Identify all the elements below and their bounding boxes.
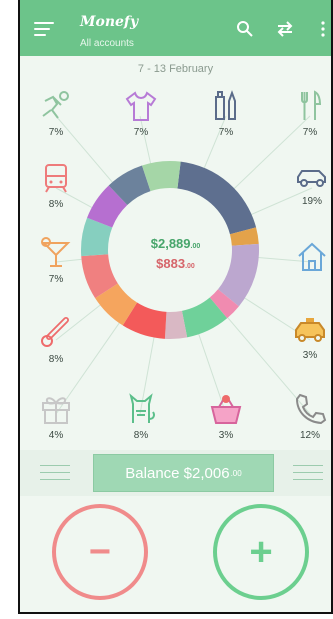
category-food[interactable]: 7% bbox=[290, 89, 330, 138]
gift-icon bbox=[42, 397, 70, 424]
category-gifts[interactable]: 4% bbox=[36, 392, 76, 441]
category-eating-out[interactable]: 3% bbox=[206, 392, 246, 441]
category-health[interactable]: 8% bbox=[36, 316, 76, 365]
category-communications[interactable]: 12% bbox=[290, 392, 330, 441]
clothes-icon bbox=[125, 91, 157, 121]
cocktail-icon bbox=[41, 237, 71, 267]
add-income-button[interactable]: + bbox=[213, 504, 309, 600]
phone-icon bbox=[295, 393, 327, 425]
balance-row: Balance $2,006.00 bbox=[20, 450, 331, 496]
car-icon bbox=[297, 170, 326, 187]
thermometer-icon bbox=[41, 317, 69, 347]
basket-icon bbox=[210, 395, 242, 424]
plus-icon: + bbox=[249, 530, 273, 574]
category-toiletry[interactable]: 7% bbox=[206, 89, 246, 138]
category-clothes[interactable]: 7% bbox=[121, 89, 161, 138]
category-taxi[interactable]: 3% bbox=[290, 316, 330, 361]
category-entertainment[interactable]: 7% bbox=[36, 236, 76, 285]
taxi-icon bbox=[295, 318, 325, 342]
food-icon bbox=[301, 90, 322, 120]
house-icon bbox=[298, 242, 326, 271]
category-sports[interactable]: 7% bbox=[36, 89, 76, 138]
train-icon bbox=[45, 164, 67, 193]
add-expense-button[interactable]: − bbox=[52, 504, 148, 600]
category-house[interactable] bbox=[292, 240, 331, 278]
balance-button[interactable]: Balance $2,006.00 bbox=[93, 454, 274, 492]
category-transport[interactable]: 8% bbox=[36, 161, 76, 210]
toiletry-icon bbox=[215, 90, 236, 120]
expense-donut-chart bbox=[55, 115, 313, 415]
category-car[interactable]: 19% bbox=[292, 164, 331, 207]
cat-icon bbox=[129, 393, 155, 423]
category-pets[interactable]: 8% bbox=[121, 392, 161, 441]
minus-icon: − bbox=[88, 531, 112, 573]
left-menu-handle[interactable] bbox=[40, 465, 70, 481]
right-menu-handle[interactable] bbox=[293, 465, 323, 481]
sports-icon bbox=[42, 91, 69, 119]
app-window: Monefy All accounts 7 - 13 February $2,8… bbox=[18, 0, 333, 614]
